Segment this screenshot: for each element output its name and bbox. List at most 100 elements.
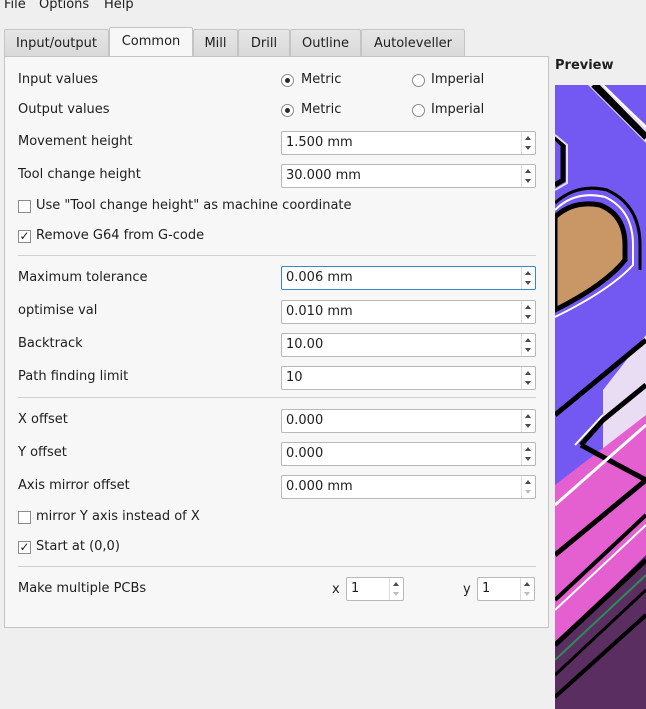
tool-change-machine-coord-label[interactable]: Use "Tool change height" as machine coor…	[36, 198, 352, 213]
pcb-y-value: 1	[482, 581, 491, 596]
axis-mirror-offset-stepper[interactable]	[521, 476, 535, 498]
arrow-down-icon[interactable]	[525, 179, 531, 183]
arrow-up-icon[interactable]	[525, 136, 531, 140]
arrow-up-icon[interactable]	[393, 582, 399, 586]
arrow-up-icon[interactable]	[524, 582, 530, 586]
section-divider	[18, 397, 536, 398]
output-imperial-label[interactable]: Imperial	[431, 102, 484, 117]
arrow-up-icon[interactable]	[525, 480, 531, 484]
tab-common[interactable]: Common	[109, 27, 193, 56]
menu-file[interactable]: File	[4, 0, 26, 12]
input-metric-radio[interactable]	[281, 74, 294, 87]
remove-g64-checkbox[interactable]: ✓	[18, 230, 31, 243]
optimise-val-label: optimise val	[18, 303, 98, 318]
movement-height-stepper[interactable]	[521, 132, 535, 154]
path-finding-limit-spinbox[interactable]: 10	[281, 366, 536, 390]
tool-change-machine-coord-checkbox[interactable]	[18, 200, 31, 213]
arrow-up-icon[interactable]	[525, 271, 531, 275]
y-offset-label: Y offset	[18, 445, 67, 460]
backtrack-stepper[interactable]	[521, 334, 535, 356]
arrow-down-icon[interactable]	[525, 146, 531, 150]
tool-change-height-stepper[interactable]	[521, 165, 535, 187]
tab-outline[interactable]: Outline	[290, 29, 361, 56]
axis-mirror-offset-label: Axis mirror offset	[18, 478, 130, 493]
arrow-down-icon[interactable]	[525, 490, 531, 494]
tab-input-output[interactable]: Input/output	[4, 29, 109, 56]
arrow-down-icon[interactable]	[525, 457, 531, 461]
output-imperial-radio[interactable]	[412, 104, 425, 117]
arrow-up-icon[interactable]	[525, 305, 531, 309]
tool-change-height-value: 30.000 mm	[286, 168, 361, 183]
menu-help[interactable]: Help	[104, 0, 134, 12]
input-imperial-radio[interactable]	[412, 74, 425, 87]
input-values-label: Input values	[18, 72, 99, 87]
pcb-preview-image	[555, 85, 646, 709]
tool-change-height-spinbox[interactable]: 30.000 mm	[281, 164, 536, 188]
backtrack-value: 10.00	[286, 337, 324, 352]
mirror-y-axis-checkbox[interactable]	[18, 511, 31, 524]
preview-canvas[interactable]	[555, 85, 646, 709]
arrow-up-icon[interactable]	[525, 371, 531, 375]
common-settings-panel: Input values Metric Imperial Output valu…	[4, 56, 549, 628]
arrow-down-icon[interactable]	[525, 315, 531, 319]
checkmark-icon: ✓	[19, 229, 30, 243]
preview-title: Preview	[555, 58, 614, 73]
arrow-up-icon[interactable]	[525, 169, 531, 173]
y-offset-value: 0.000	[286, 446, 324, 461]
remove-g64-label[interactable]: Remove G64 from G-code	[36, 228, 204, 243]
menu-bar: File Options Help	[0, 0, 646, 14]
optimise-val-spinbox[interactable]: 0.010 mm	[281, 300, 536, 324]
output-metric-label[interactable]: Metric	[301, 102, 341, 117]
x-offset-spinbox[interactable]: 0.000	[281, 409, 536, 433]
input-metric-label[interactable]: Metric	[301, 72, 341, 87]
maximum-tolerance-value: 0.006 mm	[286, 270, 353, 285]
section-divider	[18, 566, 536, 567]
mirror-y-axis-label[interactable]: mirror Y axis instead of X	[36, 509, 200, 524]
start-at-origin-label[interactable]: Start at (0,0)	[36, 539, 120, 554]
arrow-down-icon[interactable]	[525, 381, 531, 385]
x-offset-label: X offset	[18, 412, 68, 427]
section-divider	[18, 255, 536, 256]
output-values-label: Output values	[18, 102, 110, 117]
pcb-x-stepper[interactable]	[389, 578, 403, 600]
x-offset-value: 0.000	[286, 413, 324, 428]
y-offset-spinbox[interactable]: 0.000	[281, 442, 536, 466]
input-imperial-label[interactable]: Imperial	[431, 72, 484, 87]
path-finding-limit-value: 10	[286, 370, 303, 385]
arrow-up-icon[interactable]	[525, 338, 531, 342]
axis-mirror-offset-value: 0.000 mm	[286, 479, 353, 494]
menu-options[interactable]: Options	[39, 0, 89, 12]
output-metric-radio[interactable]	[281, 104, 294, 117]
x-offset-stepper[interactable]	[521, 410, 535, 432]
pcb-x-label: x	[332, 582, 340, 597]
arrow-down-icon[interactable]	[393, 592, 399, 596]
pcb-x-value: 1	[351, 581, 360, 596]
arrow-down-icon[interactable]	[525, 348, 531, 352]
tab-drill[interactable]: Drill	[238, 29, 290, 56]
tab-mill[interactable]: Mill	[193, 29, 238, 56]
checkmark-icon: ✓	[19, 540, 30, 554]
maximum-tolerance-spinbox[interactable]: 0.006 mm	[281, 266, 536, 290]
optimise-val-stepper[interactable]	[521, 301, 535, 323]
arrow-up-icon[interactable]	[525, 447, 531, 451]
backtrack-label: Backtrack	[18, 336, 83, 351]
maximum-tolerance-stepper[interactable]	[521, 267, 535, 289]
pcb-y-stepper[interactable]	[520, 578, 534, 600]
arrow-down-icon[interactable]	[525, 424, 531, 428]
path-finding-limit-label: Path finding limit	[18, 369, 129, 384]
pcb-x-spinbox[interactable]: 1	[346, 577, 404, 601]
y-offset-stepper[interactable]	[521, 443, 535, 465]
start-at-origin-checkbox[interactable]: ✓	[18, 541, 31, 554]
pcb-y-spinbox[interactable]: 1	[477, 577, 535, 601]
path-finding-limit-stepper[interactable]	[521, 367, 535, 389]
movement-height-spinbox[interactable]: 1.500 mm	[281, 131, 536, 155]
optimise-val-value: 0.010 mm	[286, 304, 353, 319]
arrow-down-icon[interactable]	[525, 281, 531, 285]
movement-height-value: 1.500 mm	[286, 135, 353, 150]
pcb-y-label: y	[463, 582, 471, 597]
backtrack-spinbox[interactable]: 10.00	[281, 333, 536, 357]
arrow-up-icon[interactable]	[525, 414, 531, 418]
tab-autoleveller[interactable]: Autoleveller	[361, 29, 465, 56]
arrow-down-icon[interactable]	[524, 592, 530, 596]
axis-mirror-offset-spinbox[interactable]: 0.000 mm	[281, 475, 536, 499]
